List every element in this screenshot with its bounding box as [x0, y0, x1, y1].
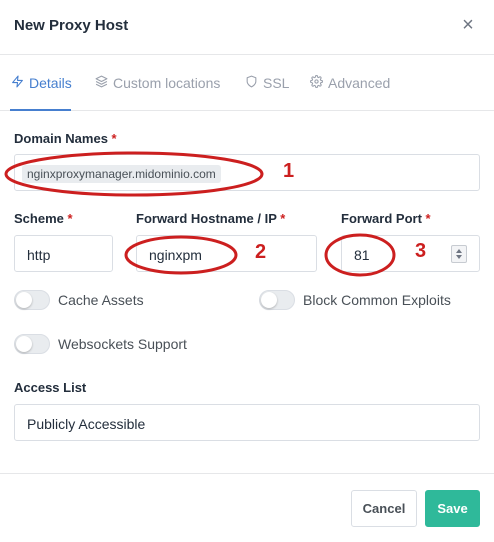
forward-port-label-text: Forward Port — [341, 211, 422, 226]
block-common-exploits-toggle[interactable]: Block Common Exploits — [259, 290, 451, 310]
close-icon[interactable]: × — [458, 15, 478, 35]
forward-hostname-label-text: Forward Hostname / IP — [136, 211, 277, 226]
tab-label: Details — [29, 75, 72, 91]
forward-port-input[interactable]: 81 — [341, 235, 480, 272]
tab-advanced[interactable]: Advanced — [310, 75, 390, 91]
access-list-value: Publicly Accessible — [27, 416, 146, 432]
toggle-label: Block Common Exploits — [303, 292, 451, 308]
domain-names-label-text: Domain Names — [14, 131, 108, 146]
modal-title: New Proxy Host — [14, 17, 129, 34]
active-tab-indicator — [10, 109, 71, 111]
scheme-label-text: Scheme — [14, 211, 64, 226]
toggle-label: Cache Assets — [58, 292, 144, 308]
toggle-knob — [16, 292, 32, 308]
toggle-switch[interactable] — [259, 290, 295, 310]
tab-details[interactable]: Details — [11, 75, 72, 91]
domain-names-input[interactable]: nginxproxymanager.midominio.com — [14, 154, 480, 191]
cancel-button[interactable]: Cancel — [351, 490, 417, 527]
tab-label: SSL — [263, 75, 290, 91]
forward-hostname-label: Forward Hostname / IP * — [136, 211, 285, 226]
stepper-down-icon[interactable] — [456, 255, 462, 259]
required-mark: * — [67, 211, 73, 226]
tab-bar: Details Custom locations SSL Advanced — [0, 55, 494, 111]
port-stepper[interactable] — [451, 245, 467, 263]
required-mark: * — [280, 211, 286, 226]
toggle-knob — [16, 336, 32, 352]
annotation-number-1: 1 — [283, 160, 295, 182]
toggle-knob — [261, 292, 277, 308]
bolt-icon — [11, 75, 24, 91]
forward-port-value: 81 — [354, 247, 370, 263]
save-button[interactable]: Save — [425, 490, 480, 527]
tab-label: Custom locations — [113, 75, 221, 91]
scheme-input[interactable]: http — [14, 235, 113, 272]
annotation-number-2: 2 — [255, 241, 267, 263]
toggle-label: Websockets Support — [58, 336, 187, 352]
required-mark: * — [111, 131, 117, 146]
websockets-support-toggle[interactable]: Websockets Support — [14, 334, 187, 354]
gear-icon — [310, 75, 323, 91]
toggle-switch[interactable] — [14, 290, 50, 310]
access-list-select[interactable]: Publicly Accessible — [14, 404, 480, 441]
domain-tag[interactable]: nginxproxymanager.midominio.com — [22, 165, 221, 183]
scheme-label: Scheme * — [14, 211, 73, 226]
annotation-number-3: 3 — [415, 240, 427, 262]
forward-hostname-input[interactable]: nginxpm — [136, 235, 317, 272]
shield-icon — [245, 75, 258, 91]
stepper-up-icon[interactable] — [456, 249, 462, 253]
forward-hostname-value: nginxpm — [149, 247, 202, 263]
tab-custom-locations[interactable]: Custom locations — [95, 75, 220, 91]
tab-ssl[interactable]: SSL — [245, 75, 289, 91]
tab-label: Advanced — [328, 75, 391, 91]
toggle-switch[interactable] — [14, 334, 50, 354]
scheme-value: http — [27, 247, 51, 263]
domain-names-label: Domain Names * — [14, 131, 117, 146]
forward-port-label: Forward Port * — [341, 211, 431, 226]
required-mark: * — [425, 211, 431, 226]
layers-icon — [95, 75, 108, 91]
modal-footer — [0, 473, 494, 542]
cache-assets-toggle[interactable]: Cache Assets — [14, 290, 144, 310]
modal-header: New Proxy Host × — [0, 0, 494, 55]
access-list-label: Access List — [14, 380, 87, 395]
